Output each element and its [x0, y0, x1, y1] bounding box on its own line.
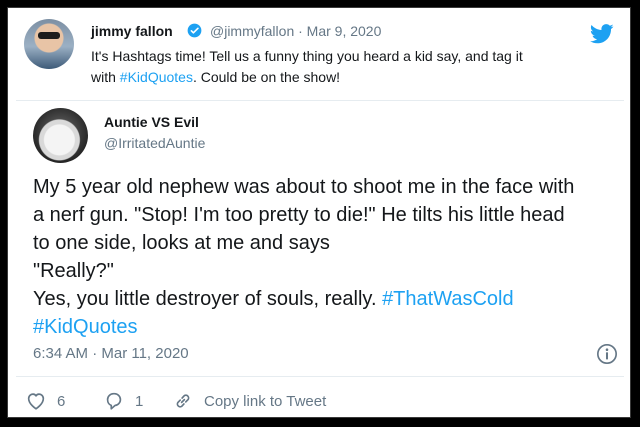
quoted-tweet-text: It's Hashtags time! Tell us a funny thin… — [91, 46, 621, 88]
divider — [16, 376, 624, 377]
twitter-bird-icon[interactable] — [590, 24, 614, 44]
tweet-line: My 5 year old nephew was about to shoot … — [33, 176, 575, 198]
hashtag-link[interactable]: #KidQuotes — [33, 316, 138, 338]
display-name[interactable]: Auntie VS Evil — [104, 114, 199, 130]
handle-and-date[interactable]: @jimmyfallon · Mar 9, 2020 — [210, 23, 381, 39]
quoted-tweet[interactable]: jimmy fallon @jimmyfallon · Mar 9, 2020 … — [8, 8, 630, 100]
divider — [16, 100, 624, 101]
link-icon — [176, 394, 190, 408]
tweet-text: My 5 year old nephew was about to shoot … — [33, 173, 633, 341]
tweet-card: jimmy fallon @jimmyfallon · Mar 9, 2020 … — [7, 7, 631, 418]
hashtag-link[interactable]: #ThatWasCold — [382, 288, 514, 310]
quoted-text: with — [91, 69, 120, 85]
avatar[interactable] — [33, 108, 88, 163]
display-name[interactable]: jimmy fallon — [91, 23, 173, 39]
quoted-line-2: with #KidQuotes. Could be on the show! — [91, 67, 621, 88]
like-button[interactable]: 6 — [25, 389, 65, 413]
quoted-text: . Could be on the show! — [192, 69, 341, 85]
tweet-text-segment: Yes, you little destroyer of souls, real… — [33, 288, 383, 310]
like-count: 6 — [57, 392, 66, 410]
heart-icon — [27, 393, 45, 410]
reply-button[interactable]: 1 — [103, 389, 143, 413]
hashtag-link[interactable]: #KidQuotes — [120, 69, 193, 85]
copy-link-button[interactable]: Copy link to Tweet — [172, 389, 326, 413]
user-handle[interactable]: @IrritatedAuntie — [104, 135, 205, 151]
action-bar: 6 1 Copy link to Tweet — [8, 389, 630, 413]
reply-count: 1 — [135, 392, 144, 410]
tweet-line: Yes, you little destroyer of souls, real… — [33, 285, 633, 313]
quoted-line-1: It's Hashtags time! Tell us a funny thin… — [91, 48, 523, 64]
tweet-line: #KidQuotes — [33, 313, 633, 341]
verified-icon — [187, 23, 202, 38]
avatar[interactable] — [24, 19, 74, 69]
reply-icon — [106, 392, 122, 410]
tweet-line: a nerf gun. "Stop! I'm too pretty to die… — [33, 204, 565, 226]
tweet-line: "Really?" — [33, 260, 114, 282]
tweet-line: to one side, looks at me and says — [33, 232, 330, 254]
copy-link-label: Copy link to Tweet — [204, 392, 327, 410]
tweet-timestamp[interactable]: 6:34 AM · Mar 11, 2020 — [33, 345, 189, 362]
info-icon[interactable] — [596, 343, 618, 365]
